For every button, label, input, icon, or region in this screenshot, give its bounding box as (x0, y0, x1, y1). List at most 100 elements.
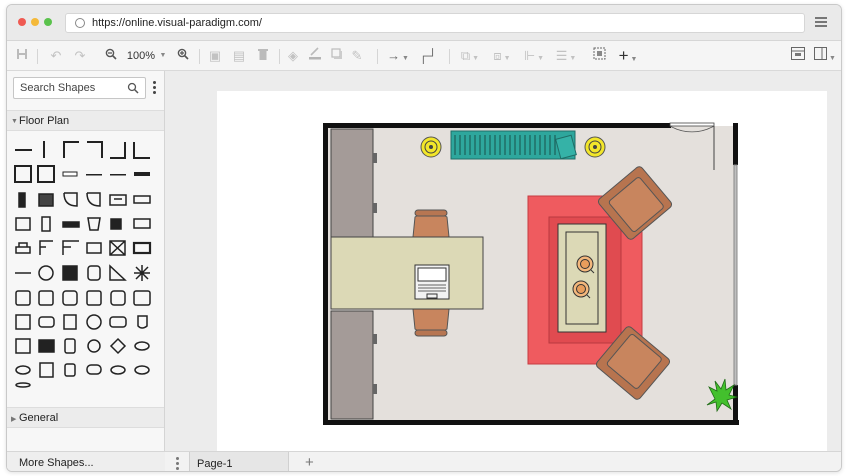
corner-desk-shape[interactable] (62, 240, 79, 255)
bed-shape[interactable] (39, 362, 54, 378)
floor-lamp-left[interactable] (420, 136, 442, 158)
stairs-shape[interactable] (134, 172, 150, 176)
wall-thin-shape[interactable] (110, 174, 126, 176)
zoom-dropdown-icon[interactable]: ▼ (159, 41, 167, 71)
wall-corner-shape[interactable] (133, 142, 150, 159)
minimize-window-button[interactable] (31, 18, 39, 26)
connector-type-icon[interactable]: → ▼ (387, 41, 409, 71)
room-shape[interactable] (14, 165, 32, 183)
fridge-shape[interactable] (41, 216, 51, 232)
printer-shape[interactable] (62, 265, 78, 281)
search-icon[interactable] (127, 82, 141, 96)
zoom-out-icon[interactable] (103, 41, 119, 71)
diagram-page[interactable] (217, 91, 827, 451)
close-window-button[interactable] (18, 18, 26, 26)
door-swing-shape[interactable] (63, 192, 78, 207)
copy-icon[interactable]: ▣ (207, 41, 223, 71)
paste-icon[interactable]: ▤ (231, 41, 247, 71)
oval-table-shape[interactable] (134, 341, 150, 351)
search-shapes-input[interactable]: Search Shapes (13, 77, 146, 99)
wall-bottom[interactable] (323, 420, 739, 425)
wall-right-upper[interactable] (733, 123, 738, 165)
bench-shape[interactable] (62, 221, 80, 228)
pages-menu-icon[interactable] (171, 455, 183, 471)
round-chair-shape[interactable] (86, 314, 102, 330)
save-icon[interactable] (13, 41, 31, 71)
desk-chair-bottom[interactable] (412, 308, 450, 337)
square-table-shape[interactable] (109, 337, 127, 355)
address-bar[interactable]: https://online.visual-paradigm.com/ (65, 13, 805, 33)
oval-table-small-shape[interactable] (15, 365, 31, 375)
bring-to-front-icon[interactable]: ⧉ ▼ (459, 41, 481, 71)
round-table-shape[interactable] (38, 265, 54, 281)
cabinet-lower[interactable] (330, 310, 377, 420)
toggle-outline-icon[interactable]: ▼ (813, 41, 837, 71)
line-color-icon[interactable] (307, 41, 323, 71)
rounded-rect-table-shape[interactable] (86, 364, 102, 375)
waypoint-style-icon[interactable]: ┌┘ ▼ (415, 41, 441, 95)
wall-top[interactable] (323, 123, 671, 128)
double-door-shape[interactable] (109, 194, 127, 206)
delete-icon[interactable] (255, 41, 271, 71)
oven-shape[interactable] (38, 339, 55, 353)
cushion-shape[interactable] (62, 290, 78, 306)
undo-icon[interactable]: ↶ (47, 41, 65, 71)
fan-shape[interactable] (134, 265, 150, 281)
armchair-shape[interactable] (15, 290, 31, 306)
radiator[interactable] (450, 130, 577, 160)
sink-double-shape[interactable] (109, 316, 127, 328)
toggle-format-panel-icon[interactable] (789, 41, 807, 71)
chair-shape[interactable] (110, 290, 126, 306)
wall-corner-shape[interactable] (87, 141, 103, 158)
bathtub-shape[interactable] (15, 314, 31, 330)
coffee-table[interactable] (557, 223, 607, 333)
section-general[interactable]: ▶ General (7, 407, 164, 428)
fit-to-page-icon[interactable] (591, 41, 607, 71)
sofa-shape[interactable] (38, 290, 54, 306)
table-shape[interactable] (133, 218, 151, 229)
laptop[interactable] (414, 264, 450, 300)
loveseat-shape[interactable] (38, 316, 55, 328)
page-tab-1[interactable]: Page-1 (189, 452, 289, 471)
coffee-cup-2[interactable] (572, 280, 591, 299)
cabinet-upper[interactable] (330, 128, 377, 238)
tv-shape[interactable] (110, 218, 122, 230)
dishwasher-shape[interactable] (15, 338, 31, 354)
diagram-canvas[interactable] (165, 71, 841, 451)
opening-shape[interactable] (133, 195, 151, 204)
shower-shape[interactable] (63, 314, 77, 330)
dresser-shape[interactable] (64, 363, 76, 377)
sidebar-options-icon[interactable] (153, 81, 157, 96)
window-right[interactable] (733, 164, 738, 386)
ellipse-table-2-shape[interactable] (134, 365, 150, 375)
distribute-icon[interactable]: ☰ ▼ (555, 41, 577, 71)
door-swing-shape[interactable] (86, 192, 101, 207)
lavatory-shape[interactable] (137, 315, 148, 329)
align-icon[interactable]: ⊩ ▼ (523, 41, 545, 71)
window-shape[interactable] (62, 171, 78, 177)
desk[interactable] (330, 236, 484, 310)
door-shape[interactable] (18, 192, 26, 208)
ellipse-table-shape[interactable] (110, 365, 126, 375)
l-shaped-desk-shape[interactable] (39, 240, 53, 255)
rug-shape[interactable] (15, 382, 31, 388)
section-floor-plan[interactable]: ▼ Floor Plan (7, 110, 164, 131)
more-shapes-button[interactable]: More Shapes... (7, 451, 165, 471)
browser-menu-icon[interactable] (815, 17, 827, 29)
wall-left[interactable] (323, 123, 328, 425)
ottoman-shape[interactable] (86, 290, 102, 306)
table-chair-shape[interactable] (64, 338, 76, 354)
stove-shape[interactable] (132, 241, 152, 255)
send-to-back-icon[interactable]: ⧈ ▼ (491, 41, 513, 71)
format-painter-icon[interactable]: ✎ (349, 41, 365, 71)
coffee-cup-1[interactable] (576, 255, 595, 274)
add-page-button[interactable]: + (305, 454, 314, 471)
round-table-4-shape[interactable] (87, 339, 101, 353)
maximize-window-button[interactable] (44, 18, 52, 26)
fill-color-icon[interactable]: ◈ (285, 41, 301, 71)
zoom-in-icon[interactable] (175, 41, 191, 71)
desk-chair-top[interactable] (412, 209, 450, 238)
monitor-shape[interactable] (86, 242, 102, 254)
corner-shelf-shape[interactable] (109, 264, 127, 281)
wall-thin-shape[interactable] (86, 174, 102, 176)
